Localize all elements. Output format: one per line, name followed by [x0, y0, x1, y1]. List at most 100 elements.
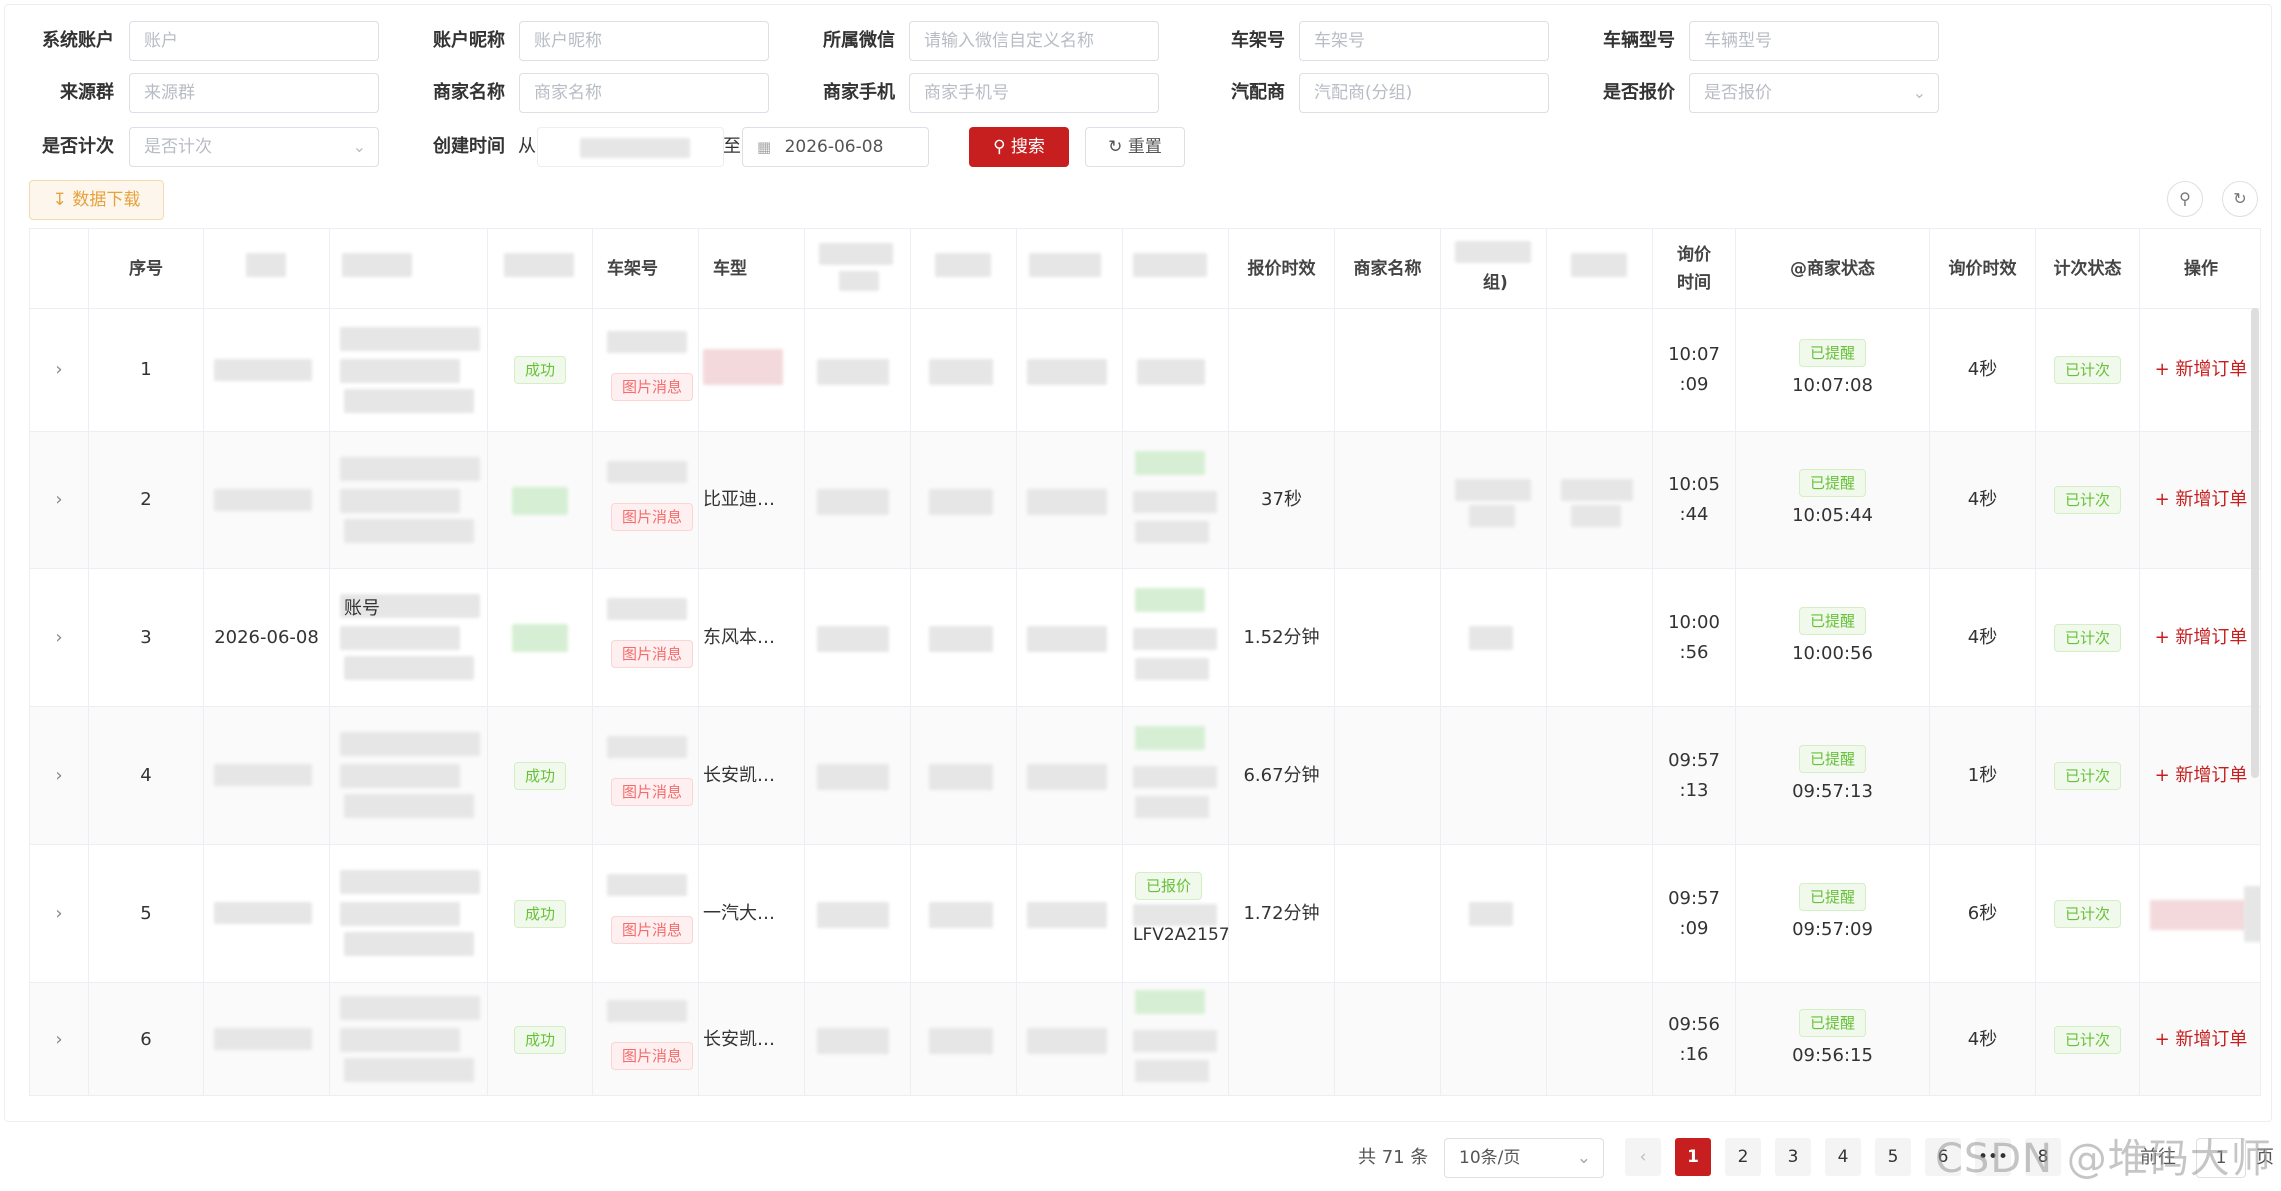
- page-button[interactable]: 3: [1775, 1138, 1811, 1176]
- header-redacted-5: [911, 229, 1017, 309]
- system-account-input[interactable]: 账户: [129, 21, 379, 61]
- table-cell: 1.52分钟: [1229, 569, 1335, 706]
- chevron-down-icon: ⌄: [1912, 83, 1926, 102]
- header-quote-time: 报价时效: [1229, 229, 1335, 309]
- merchant-phone-input[interactable]: 商家手机号: [909, 73, 1159, 113]
- redacted-block: [1027, 764, 1107, 790]
- table-cell: [1229, 309, 1335, 431]
- row-index: 4: [140, 764, 152, 786]
- table-cell: 3: [89, 569, 204, 706]
- table-cell: 一汽大…: [699, 845, 805, 982]
- redacted-block: [344, 388, 474, 413]
- redacted-block: [344, 932, 474, 956]
- search-button[interactable]: ⚲ 搜索: [969, 127, 1069, 167]
- table-cell: [1017, 983, 1123, 1095]
- quote-duration: 1.72分钟: [1243, 902, 1320, 924]
- redacted-block: [2150, 900, 2246, 930]
- page-button[interactable]: 2: [1725, 1138, 1761, 1176]
- expand-row-icon[interactable]: ›: [55, 1025, 62, 1055]
- vin-input[interactable]: 车架号: [1299, 21, 1549, 61]
- table-cell: [699, 309, 805, 431]
- wechat-input[interactable]: 请输入微信自定义名称: [909, 21, 1159, 61]
- table-cell: 5: [89, 845, 204, 982]
- add-order-button[interactable]: + 新增订单: [2155, 1025, 2248, 1055]
- quote-vin: LFV2A2157: [1133, 925, 1230, 945]
- end-date-input[interactable]: ▦ 2026-06-08: [742, 127, 929, 167]
- table-cell: 已计次: [2036, 309, 2140, 431]
- add-order-button[interactable]: + 新增订单: [2155, 761, 2248, 791]
- image-message-tag: 图片消息: [611, 1042, 694, 1070]
- header-redacted-6: [1017, 229, 1123, 309]
- expand-row-icon[interactable]: ›: [55, 485, 62, 515]
- add-order-button[interactable]: + 新增订单: [2155, 355, 2248, 385]
- merchant-status: 已提醒 10:05:44: [1792, 469, 1873, 531]
- plus-icon: +: [2154, 1028, 2176, 1050]
- redacted-block: [1027, 902, 1107, 928]
- table-cell: 4秒: [1930, 309, 2036, 431]
- download-button[interactable]: ↧ 数据下载: [29, 180, 164, 220]
- table-cell: [1123, 707, 1229, 844]
- is-counted-select[interactable]: 是否计次 ⌄: [129, 127, 379, 167]
- vehicle-model-input[interactable]: 车辆型号: [1689, 21, 1939, 61]
- refresh-table-icon[interactable]: ↻: [2222, 181, 2258, 217]
- table-row: › 5 成功 图片消息 一汽大… 已报价 LFV2A2157 1.72分钟 09:57 :09 已…: [30, 845, 2260, 983]
- table-cell: [805, 569, 911, 706]
- page-size-select[interactable]: 10条/页 ⌄: [1444, 1138, 1604, 1178]
- account-nickname-input[interactable]: 账户昵称: [519, 21, 769, 61]
- redacted-block: [340, 626, 460, 650]
- table-cell: + 新增订单: [2140, 707, 2260, 844]
- quote-tag: 已报价: [1135, 872, 1203, 900]
- table-cell: ›: [30, 432, 89, 568]
- page-button[interactable]: 4: [1825, 1138, 1861, 1176]
- table-scrollbar[interactable]: [2251, 308, 2259, 778]
- redacted-block: [607, 1000, 687, 1022]
- start-date-input[interactable]: [537, 127, 724, 167]
- parts-dealer-input[interactable]: 汽配商(分组): [1299, 73, 1549, 113]
- page-button[interactable]: 1: [1675, 1138, 1711, 1176]
- expand-row-icon[interactable]: ›: [55, 899, 62, 929]
- redacted-block: [2244, 886, 2260, 942]
- merchant-name-input[interactable]: 商家名称: [519, 73, 769, 113]
- table-cell: [805, 309, 911, 431]
- redacted-block: [340, 764, 460, 788]
- table-cell: + 新增订单: [2140, 569, 2260, 706]
- redacted-block: [817, 1028, 889, 1054]
- table-cell: 37秒: [1229, 432, 1335, 568]
- row-index: 3: [140, 626, 152, 648]
- expand-row-icon[interactable]: ›: [55, 355, 62, 385]
- parts-dealer-label: 汽配商: [1231, 82, 1285, 103]
- table-cell: 东风本…: [699, 569, 805, 706]
- header-model: 车型: [699, 229, 805, 309]
- row-index: 1: [140, 359, 152, 380]
- expand-row-icon[interactable]: ›: [55, 623, 62, 653]
- header-vin: 车架号: [593, 229, 699, 309]
- table-cell: [1335, 983, 1441, 1095]
- inquiry-time: 09:57 :13: [1668, 749, 1720, 801]
- redacted-block: [1133, 628, 1217, 650]
- add-order-button[interactable]: + 新增订单: [2155, 623, 2248, 653]
- table-cell: 4秒: [1930, 983, 2036, 1095]
- table-cell: [805, 983, 911, 1095]
- table-cell: [1547, 983, 1653, 1095]
- merchant-name-label: 商家名称: [433, 82, 505, 103]
- expand-row-icon[interactable]: ›: [55, 761, 62, 791]
- add-order-button[interactable]: + 新增订单: [2155, 485, 2248, 515]
- table-cell: [805, 432, 911, 568]
- redacted-block: [929, 902, 993, 928]
- source-group-input[interactable]: 来源群: [129, 73, 379, 113]
- inquiry-duration: 4秒: [1967, 359, 1998, 380]
- reset-button[interactable]: ↻ 重置: [1085, 127, 1185, 167]
- page-button[interactable]: 5: [1875, 1138, 1911, 1176]
- is-quoted-select[interactable]: 是否报价 ⌄: [1689, 73, 1939, 113]
- add-order-label: 新增订单: [2175, 764, 2248, 786]
- search-toggle-icon[interactable]: ⚲: [2167, 181, 2203, 217]
- is-quoted-label: 是否报价: [1603, 82, 1675, 103]
- inquiry-time: 10:07 :09: [1668, 344, 1720, 395]
- reminded-tag: 已提醒: [1798, 469, 1866, 497]
- table-cell: [805, 707, 911, 844]
- prev-page-button[interactable]: ‹: [1625, 1138, 1661, 1176]
- redacted-block: [1455, 478, 1531, 501]
- table-cell: 2026-06-08: [204, 569, 330, 706]
- redacted-block: [340, 902, 460, 926]
- table-cell: [911, 309, 1017, 431]
